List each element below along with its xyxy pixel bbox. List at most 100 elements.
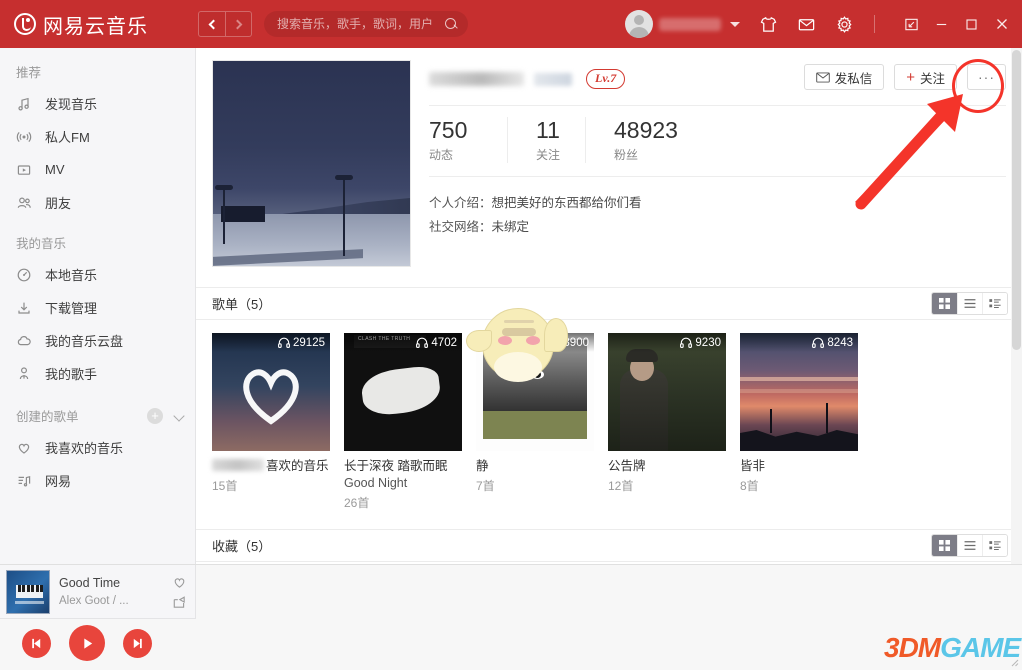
- play-count-value: 8243: [827, 336, 853, 349]
- playlist-subtitle: Good Night: [344, 476, 408, 490]
- profile-info: Lv.7 发私信 + 关注 ··· 750 动态 11 关注 48923 粉丝 …: [411, 60, 1006, 267]
- sidebar-item-personal-fm[interactable]: 私人FM: [0, 120, 195, 153]
- sidebar: 推荐 发现音乐 私人FM MV 朋友 我的音乐 本地音乐 下载管理 我的音乐云盘…: [0, 48, 196, 564]
- more-dots-icon: ···: [978, 69, 995, 85]
- app-name: 网易云音乐: [43, 15, 148, 38]
- detail-list-view-icon[interactable]: [982, 293, 1007, 314]
- sidebar-group-title: 推荐: [16, 66, 42, 80]
- follow-label: 关注: [919, 71, 945, 86]
- playlist-song-count: 15首: [212, 479, 238, 493]
- stat-followers[interactable]: 48923 粉丝: [585, 117, 678, 164]
- more-button[interactable]: ···: [967, 64, 1006, 90]
- close-icon[interactable]: [994, 16, 1010, 32]
- stat-label: 粉丝: [614, 148, 639, 163]
- stat-events[interactable]: 750 动态: [429, 117, 507, 163]
- maximize-icon[interactable]: [964, 17, 979, 32]
- tshirt-icon[interactable]: [759, 15, 778, 34]
- headphone-icon: [542, 337, 554, 348]
- stat-value: 48923: [614, 117, 678, 143]
- mail-icon[interactable]: [797, 15, 816, 34]
- plus-icon: +: [906, 68, 915, 86]
- grid-view-icon[interactable]: [932, 293, 957, 314]
- mini-player-icon[interactable]: [904, 17, 919, 32]
- playlist-song-count: 7首: [476, 479, 495, 493]
- sidebar-item-my-favorite-music[interactable]: 我喜欢的音乐: [0, 431, 195, 464]
- favorites-view-mode-group: [931, 534, 1008, 557]
- playlist-cover[interactable]: 13900: [476, 333, 594, 451]
- stat-following[interactable]: 11 关注: [507, 117, 585, 164]
- sidebar-item-music-cloud-disk[interactable]: 我的音乐云盘: [0, 324, 195, 357]
- grid-view-icon[interactable]: [932, 535, 957, 556]
- sidebar-item-download-manager[interactable]: 下载管理: [0, 291, 195, 324]
- nav-forward-button[interactable]: [225, 11, 252, 37]
- heart-icon: [16, 440, 38, 456]
- playlist-cover[interactable]: CLASH THE TRUTH 4702: [344, 333, 462, 451]
- list-view-icon[interactable]: [957, 535, 982, 556]
- app-logo[interactable]: 网易云音乐: [14, 10, 190, 39]
- nav-back-button[interactable]: [198, 11, 225, 37]
- resize-grip[interactable]: [1009, 657, 1019, 667]
- player-bar: Good Time Alex Goot / ...: [0, 564, 1022, 670]
- playlist-song-count: 12首: [608, 479, 634, 493]
- search-input[interactable]: [277, 17, 445, 31]
- playlist-card[interactable]: 8243 皆非 8首: [740, 333, 858, 511]
- previous-track-button[interactable]: [22, 628, 51, 658]
- scrollbar-thumb[interactable]: [1012, 50, 1021, 350]
- playlist-play-count: 8243: [740, 333, 858, 352]
- profile-cover-image: [212, 60, 411, 267]
- playlist-grid: 29125 喜欢的音乐 15首 CLASH THE TRUTH 4702 长: [196, 320, 1022, 511]
- chevron-down-icon[interactable]: [173, 409, 185, 422]
- chevron-down-icon[interactable]: [730, 21, 740, 27]
- list-view-icon[interactable]: [957, 293, 982, 314]
- minimize-icon[interactable]: [934, 17, 949, 32]
- playlist-card[interactable]: 13900 静 7首: [476, 333, 594, 511]
- send-message-button[interactable]: 发私信: [803, 64, 885, 90]
- profile-field-social: 社交网络：未绑定: [429, 215, 1006, 239]
- send-message-label: 发私信: [834, 71, 873, 86]
- playlist-title: 公告牌: [608, 459, 646, 473]
- follow-button[interactable]: + 关注: [894, 64, 957, 90]
- sidebar-item-local-music[interactable]: 本地音乐: [0, 258, 195, 291]
- avatar[interactable]: [625, 10, 653, 38]
- playlist-title: 喜欢的音乐: [212, 458, 330, 475]
- playlist-cover[interactable]: 9230: [608, 333, 726, 451]
- play-button[interactable]: [69, 625, 105, 661]
- sidebar-group-title: 创建的歌单: [16, 410, 79, 424]
- share-icon[interactable]: [172, 595, 187, 609]
- next-track-button[interactable]: [123, 628, 152, 658]
- main-scrollbar[interactable]: [1011, 48, 1022, 564]
- playlist-play-count: 4702: [344, 333, 462, 352]
- stat-label: 动态: [429, 148, 454, 163]
- sidebar-item-friends[interactable]: 朋友: [0, 186, 195, 219]
- now-playing-cover[interactable]: [6, 569, 50, 614]
- now-playing-panel: Good Time Alex Goot / ...: [0, 565, 196, 619]
- cloud-icon: [16, 333, 38, 349]
- playlist-card[interactable]: 29125 喜欢的音乐 15首: [212, 333, 330, 511]
- sidebar-group-created-playlists: 创建的歌单 +: [0, 390, 195, 431]
- netease-cloud-music-logo-icon: [14, 13, 36, 35]
- playlist-card[interactable]: 9230 公告牌 12首: [608, 333, 726, 511]
- username-masked: [659, 17, 721, 31]
- track-title: Good Time: [59, 575, 121, 590]
- sidebar-item-discover[interactable]: 发现音乐: [0, 87, 195, 120]
- stat-value: 750: [429, 117, 468, 143]
- plus-circle-icon[interactable]: +: [147, 407, 163, 424]
- detail-list-view-icon[interactable]: [982, 535, 1007, 556]
- sidebar-item-netease-playlist[interactable]: 网易: [0, 464, 195, 497]
- headphone-icon: [278, 337, 290, 348]
- heart-icon[interactable]: [172, 575, 187, 589]
- profile-stats: 750 动态 11 关注 48923 粉丝: [429, 106, 1006, 164]
- sidebar-item-mv[interactable]: MV: [0, 153, 195, 186]
- search-box[interactable]: [264, 11, 468, 37]
- playlist-title: 长于深夜 踏歌而眠: [344, 459, 448, 473]
- playlist-song-count: 8首: [740, 479, 759, 493]
- playlist-card[interactable]: CLASH THE TRUTH 4702 长于深夜 踏歌而眠 Good Nigh…: [344, 333, 462, 511]
- sidebar-item-my-singers[interactable]: 我的歌手: [0, 357, 195, 390]
- headphone-icon: [812, 337, 825, 348]
- playlist-cover[interactable]: 29125: [212, 333, 330, 451]
- playlist-play-count: 13900: [476, 333, 594, 352]
- disc-clock-icon: [16, 267, 38, 283]
- netease-cloud-music-window: 网易云音乐 搜索音乐，歌手，歌词，用户 推荐 发现音乐 私人FM MV 朋友 我…: [0, 0, 1022, 670]
- playlist-cover[interactable]: 8243: [740, 333, 858, 451]
- gear-icon[interactable]: [835, 15, 854, 34]
